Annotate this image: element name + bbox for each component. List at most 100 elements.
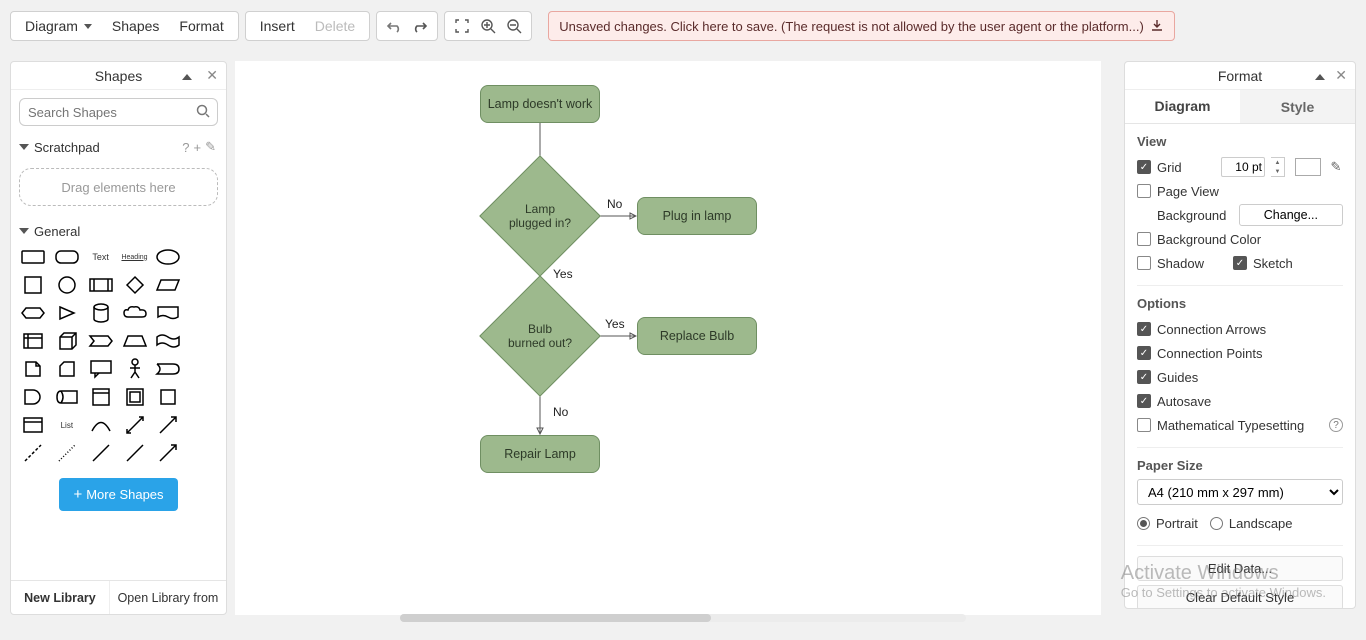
shape-cylinder[interactable]	[87, 302, 115, 324]
shape-actor[interactable]	[121, 358, 149, 380]
node-plug-in[interactable]: Plug in lamp	[637, 197, 757, 235]
open-library-button[interactable]: Open Library from	[110, 581, 226, 614]
node-replace-bulb[interactable]: Replace Bulb	[637, 317, 757, 355]
redo-icon[interactable]	[407, 13, 433, 39]
unsaved-banner[interactable]: Unsaved changes. Click here to save. (Th…	[548, 11, 1175, 41]
shape-container[interactable]	[87, 386, 115, 408]
shape-blank4[interactable]	[188, 330, 216, 352]
shape-card[interactable]	[53, 358, 81, 380]
shape-and[interactable]	[19, 386, 47, 408]
shape-blank7[interactable]	[188, 414, 216, 436]
shape-dashline[interactable]	[19, 442, 47, 464]
shape-line[interactable]	[87, 442, 115, 464]
paper-size-select[interactable]: A4 (210 mm x 297 mm)	[1137, 479, 1343, 505]
shape-frame[interactable]	[121, 386, 149, 408]
shape-diamond[interactable]	[121, 274, 149, 296]
shape-blank3[interactable]	[188, 302, 216, 324]
close-icon[interactable]: ✕	[206, 67, 218, 84]
shape-tape[interactable]	[154, 330, 182, 352]
autosave-checkbox[interactable]	[1137, 394, 1151, 408]
shape-roundrect[interactable]	[53, 246, 81, 268]
shapes-menu[interactable]: Shapes	[102, 14, 169, 38]
clear-style-button[interactable]: Clear Default Style	[1137, 585, 1343, 608]
canvas[interactable]: Lamp doesn't work Lamp plugged in? No Pl…	[235, 61, 1101, 615]
delete-button[interactable]: Delete	[305, 14, 365, 38]
diagram-menu[interactable]: Diagram	[15, 14, 102, 38]
shape-arrow[interactable]	[154, 414, 182, 436]
shape-ellipse[interactable]	[154, 246, 182, 268]
portrait-radio[interactable]	[1137, 517, 1150, 530]
help-icon[interactable]: ?	[180, 140, 191, 155]
shape-parallelogram[interactable]	[154, 274, 182, 296]
add-icon[interactable]: +	[192, 140, 204, 155]
search-icon[interactable]	[196, 104, 210, 121]
landscape-radio[interactable]	[1210, 517, 1223, 530]
shape-heading[interactable]: Heading	[121, 246, 149, 268]
shape-internal[interactable]	[19, 330, 47, 352]
fit-icon[interactable]	[449, 13, 475, 39]
shape-dotline[interactable]	[53, 442, 81, 464]
shape-blank[interactable]	[188, 246, 216, 268]
tab-diagram[interactable]: Diagram	[1125, 90, 1240, 123]
node-start[interactable]: Lamp doesn't work	[480, 85, 600, 123]
shape-process[interactable]	[87, 274, 115, 296]
format-menu[interactable]: Format	[169, 14, 233, 38]
shape-square[interactable]	[19, 274, 47, 296]
scrollbar-thumb[interactable]	[400, 614, 711, 622]
node-repair[interactable]: Repair Lamp	[480, 435, 600, 473]
background-change-button[interactable]: Change...	[1239, 204, 1343, 226]
more-shapes-button[interactable]: +More Shapes	[59, 478, 177, 511]
guides-checkbox[interactable]	[1137, 370, 1151, 384]
conn-points-checkbox[interactable]	[1137, 346, 1151, 360]
shape-document[interactable]	[154, 302, 182, 324]
help-icon[interactable]: ?	[1329, 418, 1343, 432]
shape-arrow2[interactable]	[154, 442, 182, 464]
new-library-button[interactable]: New Library	[11, 581, 110, 614]
shadow-checkbox[interactable]	[1137, 256, 1151, 270]
tab-style[interactable]: Style	[1240, 90, 1355, 123]
shape-callout[interactable]	[87, 358, 115, 380]
shape-rect3[interactable]	[154, 386, 182, 408]
general-row[interactable]: General	[19, 220, 218, 242]
shape-blank6[interactable]	[188, 386, 216, 408]
collapse-icon[interactable]	[182, 68, 196, 83]
shape-blank2[interactable]	[188, 274, 216, 296]
shape-blank5[interactable]	[188, 358, 216, 380]
shape-curve[interactable]	[87, 414, 115, 436]
zoom-out-icon[interactable]	[501, 13, 527, 39]
grid-size-stepper[interactable]: ▲▼	[1271, 157, 1285, 177]
conn-arrows-checkbox[interactable]	[1137, 322, 1151, 336]
shape-datastore[interactable]	[53, 386, 81, 408]
shape-text[interactable]: Text	[87, 246, 115, 268]
collapse-icon[interactable]	[1315, 68, 1325, 83]
pageview-checkbox[interactable]	[1137, 184, 1151, 198]
search-input[interactable]	[19, 98, 218, 126]
shape-step[interactable]	[87, 330, 115, 352]
insert-button[interactable]: Insert	[250, 14, 305, 38]
shape-note[interactable]	[19, 358, 47, 380]
node-decision-bulb[interactable]: Bulb burned out?	[497, 293, 583, 379]
shape-triangle[interactable]	[53, 302, 81, 324]
bgcolor-checkbox[interactable]	[1137, 232, 1151, 246]
shape-hexagon[interactable]	[19, 302, 47, 324]
scratchpad-dropzone[interactable]: Drag elements here	[19, 168, 218, 206]
sketch-checkbox[interactable]	[1233, 256, 1247, 270]
grid-size-input[interactable]	[1221, 157, 1265, 177]
shape-circle[interactable]	[53, 274, 81, 296]
edit-data-button[interactable]: Edit Data...	[1137, 556, 1343, 581]
grid-checkbox[interactable]	[1137, 160, 1151, 174]
close-icon[interactable]: ✕	[1335, 67, 1347, 84]
shape-list[interactable]	[19, 414, 47, 436]
zoom-in-icon[interactable]	[475, 13, 501, 39]
shape-cloud[interactable]	[121, 302, 149, 324]
shape-rect[interactable]	[19, 246, 47, 268]
shape-cube[interactable]	[53, 330, 81, 352]
scratchpad-row[interactable]: Scratchpad ? + ✎	[19, 136, 218, 158]
shape-or[interactable]	[154, 358, 182, 380]
grid-color-edit-icon[interactable]: ✎	[1329, 158, 1343, 176]
node-decision-plugged[interactable]: Lamp plugged in?	[497, 173, 583, 259]
undo-icon[interactable]	[381, 13, 407, 39]
shape-trapezoid[interactable]	[121, 330, 149, 352]
horizontal-scrollbar[interactable]	[400, 614, 966, 622]
math-checkbox[interactable]	[1137, 418, 1151, 432]
